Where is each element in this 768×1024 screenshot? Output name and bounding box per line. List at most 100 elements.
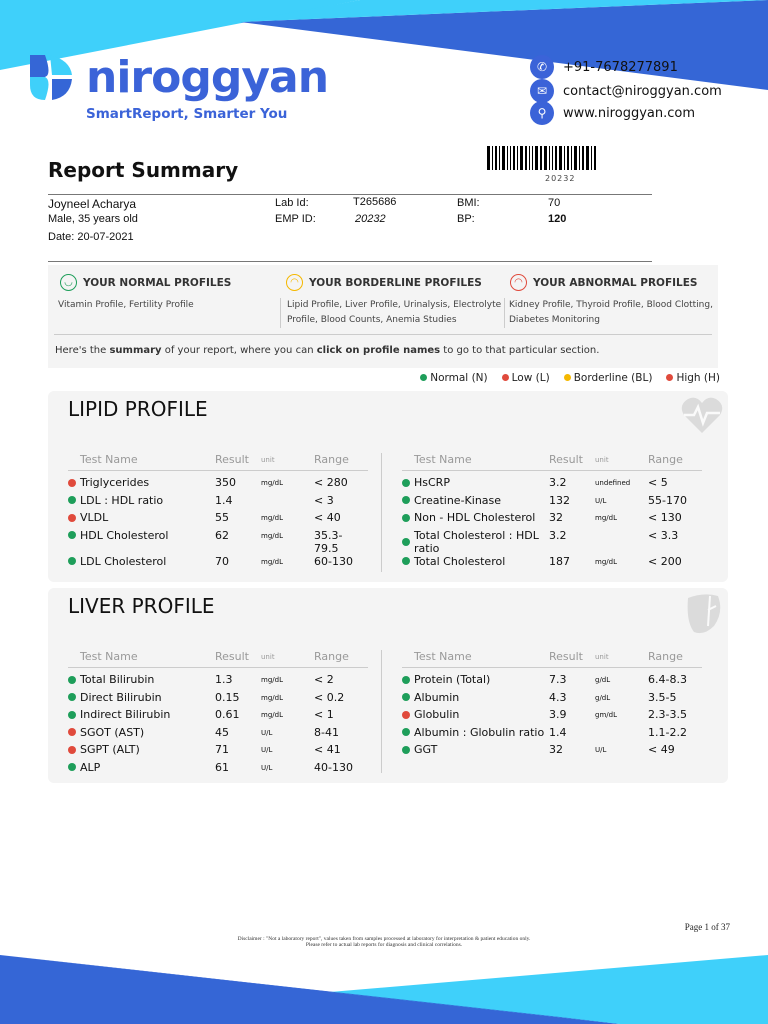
test-result: 132 xyxy=(549,493,570,507)
table-row: Total Cholesterol 187 mg/dL < 200 xyxy=(402,555,702,573)
table-row: HDL Cholesterol 62 mg/dL 35.3-79.5 xyxy=(68,529,368,555)
test-range: 1.1-2.2 xyxy=(648,725,687,739)
normal-profiles-heading: ◡ YOUR NORMAL PROFILES xyxy=(60,274,231,291)
test-unit: g/dL xyxy=(595,693,611,702)
bmi-value: 70 xyxy=(548,197,561,209)
test-unit: mg/dL xyxy=(261,514,283,522)
section-title[interactable]: LIPID PROFILE xyxy=(68,397,208,421)
status-dot-icon xyxy=(68,675,76,684)
test-result: 3.2 xyxy=(549,476,567,489)
test-range: < 49 xyxy=(648,743,675,756)
test-unit: mg/dL xyxy=(261,479,283,487)
status-dot-icon xyxy=(68,693,76,701)
table-header: Test Name Result unit Range xyxy=(68,650,368,668)
legend-item: Normal (N) xyxy=(420,372,488,384)
test-range: < 3.3 xyxy=(648,528,679,542)
test-name: HDL Cholesterol xyxy=(80,528,169,542)
test-range: 40-130 xyxy=(314,760,353,774)
table-row: Direct Bilirubin 0.15 mg/dL < 0.2 xyxy=(68,691,368,709)
test-unit: gm/dL xyxy=(595,711,617,719)
status-dot-icon xyxy=(402,728,410,736)
header-unit: unit xyxy=(261,456,275,464)
right-test-table: Test Name Result unit Range HsCRP 3.2 undefine… xyxy=(402,453,702,572)
status-dot-icon xyxy=(402,557,410,565)
abnormal-profiles-heading: ◠ YOUR ABNORMAL PROFILES xyxy=(510,274,697,291)
status-dot-icon xyxy=(68,763,76,771)
header-result: Result xyxy=(549,453,583,466)
column-divider xyxy=(381,650,382,773)
normal-profiles-title: YOUR NORMAL PROFILES xyxy=(83,276,232,289)
disclaimer: Disclaimer : "Not a laboratory report", … xyxy=(150,936,618,948)
table-row: LDL : HDL ratio 1.4 < 3 xyxy=(68,494,368,512)
lipid-profile-card[interactable]: LIPID PROFILE Test Name Result unit Range Tr… xyxy=(48,391,728,582)
page-number: Page 1 of 37 xyxy=(684,922,730,932)
brand-name: niroggyan xyxy=(86,52,329,103)
test-name: Creatine-Kinase xyxy=(414,493,502,507)
borderline-profiles-heading: ◠ YOUR BORDERLINE PROFILES xyxy=(286,274,482,291)
page-title: Report Summary xyxy=(48,158,239,182)
website-text: www.niroggyan.com xyxy=(563,105,695,121)
table-header: Test Name Result unit Range xyxy=(402,453,702,471)
section-title[interactable]: LIVER PROFILE xyxy=(68,594,215,618)
smile-icon: ◡ xyxy=(60,274,77,291)
frown-icon: ◠ xyxy=(510,274,527,291)
status-dot-icon xyxy=(563,374,571,381)
status-dot-icon xyxy=(402,710,410,719)
bp-value: 120 xyxy=(548,213,567,225)
test-result: 0.61 xyxy=(215,708,240,721)
header-unit: unit xyxy=(261,653,275,661)
test-range: 6.4-8.3 xyxy=(648,673,687,686)
test-result: 45 xyxy=(215,725,229,739)
table-header: Test Name Result unit Range xyxy=(402,650,702,668)
right-test-table: Test Name Result unit Range Protein (Total) 7… xyxy=(402,650,702,761)
test-name: Total Cholesterol : HDL ratio xyxy=(414,528,539,555)
test-unit: U/L xyxy=(261,763,273,772)
table-row: Albumin 4.3 g/dL 3.5-5 xyxy=(402,691,702,709)
lab-id-value: T265686 xyxy=(353,196,397,208)
test-result: 1.4 xyxy=(549,725,567,739)
test-result: 62 xyxy=(215,528,229,542)
table-row: ALP 61 U/L 40-130 xyxy=(68,761,368,779)
test-name: Non - HDL Cholesterol xyxy=(414,511,536,524)
summary-text: summary xyxy=(109,345,162,356)
test-name: HsCRP xyxy=(414,476,450,489)
status-dot-icon xyxy=(68,728,76,736)
mail-icon: ✉ xyxy=(530,79,554,103)
header-test-name: Test Name xyxy=(80,650,138,663)
legend-item: Borderline (BL) xyxy=(563,372,652,384)
header-range: Range xyxy=(648,453,683,466)
header-test-name: Test Name xyxy=(414,650,472,663)
status-dot-icon xyxy=(68,745,76,754)
legend-item: High (H) xyxy=(666,372,720,384)
status-dot-icon xyxy=(402,693,410,701)
contact-email[interactable]: ✉ contact@niroggyan.com xyxy=(530,79,722,103)
table-row: HsCRP 3.2 undefined < 5 xyxy=(402,476,702,494)
status-dot-icon xyxy=(68,513,76,522)
status-dot-icon xyxy=(501,374,509,381)
header-range: Range xyxy=(314,650,349,663)
summary-text: of your report, where you can xyxy=(161,345,317,356)
legend-label: Normal (N) xyxy=(430,372,488,384)
test-unit: U/L xyxy=(261,728,273,737)
contact-website[interactable]: ⚲ www.niroggyan.com xyxy=(530,101,695,125)
status-dot-icon xyxy=(402,496,410,504)
normal-profiles-list[interactable]: Vitamin Profile, Fertility Profile xyxy=(58,298,278,313)
test-range: < 280 xyxy=(314,476,348,489)
status-dot-icon xyxy=(402,745,410,754)
bmi-label: BMI: xyxy=(457,197,480,209)
test-unit: U/L xyxy=(261,746,273,754)
borderline-profiles-list[interactable]: Lipid Profile, Liver Profile, Urinalysis… xyxy=(280,298,504,328)
test-name: Total Cholesterol xyxy=(414,554,506,568)
left-test-table: Test Name Result unit Range Triglycerides 350… xyxy=(68,453,368,572)
contact-phone[interactable]: ✆ +91-7678277891 xyxy=(530,55,678,79)
test-range: < 41 xyxy=(314,743,341,756)
status-dot-icon xyxy=(68,710,76,719)
table-row: LDL Cholesterol 70 mg/dL 60-130 xyxy=(68,555,368,573)
test-unit: mg/dL xyxy=(595,514,617,522)
phone-text: +91-7678277891 xyxy=(563,59,678,75)
barcode-number: 20232 xyxy=(545,174,576,183)
liver-profile-card[interactable]: LIVER PROFILE Test Name Result unit Range To… xyxy=(48,588,728,783)
abnormal-profiles-list[interactable]: Kidney Profile, Thyroid Profile, Blood C… xyxy=(504,298,718,328)
test-range: < 40 xyxy=(314,511,341,524)
test-range: 2.3-3.5 xyxy=(648,708,687,721)
